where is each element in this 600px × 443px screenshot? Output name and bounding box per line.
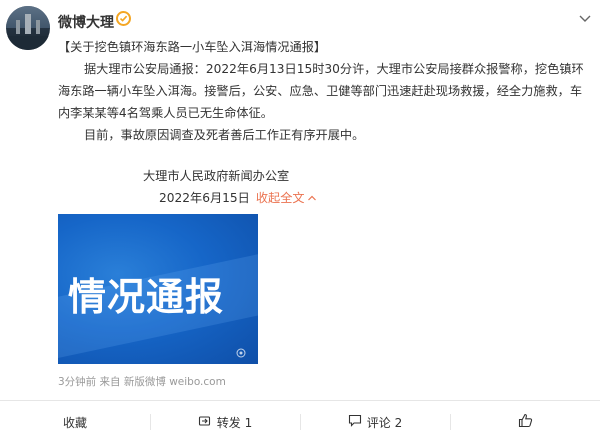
post-paragraph-1: 据大理市公安局通报：2022年6月13日15时30分许，大理市公安局接群众报警称… (58, 62, 584, 120)
post-paragraph-2: 目前，事故原因调查及死者善后工作正有序开展中。 (84, 128, 365, 142)
post-header: 微博大理 (0, 0, 600, 50)
post-image[interactable]: 情况通报 (58, 214, 258, 364)
favorite-button[interactable]: 收藏 (0, 401, 150, 443)
avatar[interactable] (6, 6, 50, 50)
favorite-label: 收藏 (62, 415, 87, 430)
post-meta: 3分钟前 来自 新版微博 weibo.com (58, 376, 226, 388)
chevron-up-icon (305, 191, 317, 205)
post-body: 【关于挖色镇环海东路一小车坠入洱海情况通报】 据大理市公安局通报：2022年6月… (58, 36, 594, 146)
comment-icon (348, 414, 362, 430)
repost-label: 转发 1 (216, 415, 253, 430)
like-button[interactable] (450, 401, 600, 443)
post-title: 【关于挖色镇环海东路一小车坠入洱海情况通报】 (58, 40, 327, 54)
post-image-text: 情况通报 (68, 275, 225, 319)
verified-icon (116, 11, 131, 26)
post-date: 2022年6月15日 (159, 191, 250, 205)
repost-button[interactable]: 转发 1 (150, 401, 300, 443)
author-name[interactable]: 微博大理 (58, 12, 114, 32)
action-bar: 收藏 转发 1 评论 2 (0, 401, 600, 443)
chevron-down-icon[interactable] (578, 10, 592, 24)
comment-button[interactable]: 评论 2 (300, 401, 450, 443)
like-icon (518, 413, 533, 431)
collapse-link[interactable]: 收起全文 (256, 191, 317, 205)
post-signature: 大理市人民政府新闻办公室 (143, 169, 290, 183)
weibo-watermark-icon (236, 348, 252, 360)
post-date-line: 2022年6月15日 收起全文 (159, 188, 317, 206)
comment-label: 评论 2 (366, 415, 403, 430)
repost-icon (198, 415, 212, 430)
